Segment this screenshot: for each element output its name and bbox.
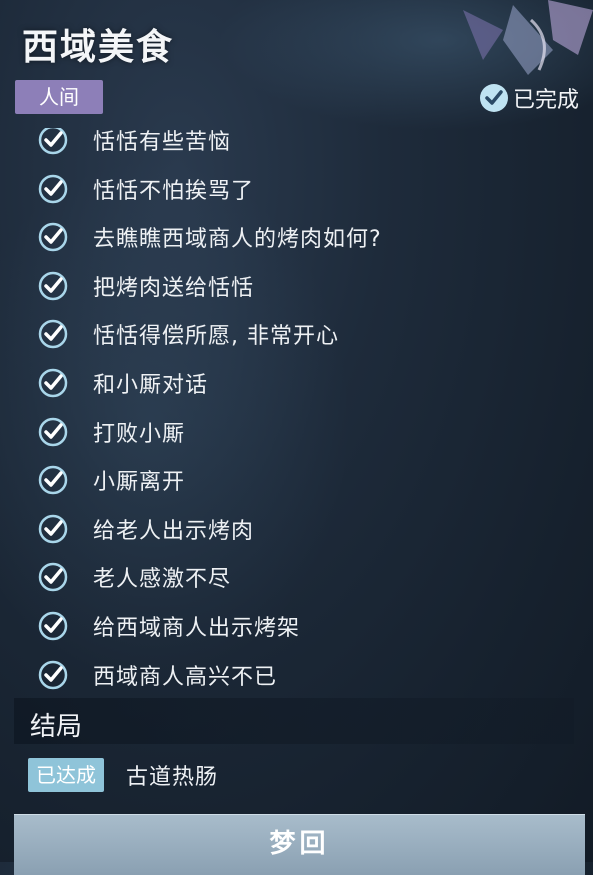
check-circle-icon bbox=[38, 465, 68, 495]
quest-step-item: 打败小厮 bbox=[38, 408, 185, 456]
quest-step-item: 和小厮对话 bbox=[38, 359, 208, 407]
quest-category-tag: 人间 bbox=[15, 80, 103, 114]
quest-step-item: 给老人出示烤肉 bbox=[38, 505, 254, 553]
check-circle-icon bbox=[38, 320, 68, 349]
emblem-icon bbox=[463, 0, 593, 75]
check-circle-icon bbox=[38, 563, 68, 592]
quest-step-text: 小厮离开 bbox=[93, 470, 186, 496]
quest-step-item: 老人感激不尽 bbox=[38, 553, 231, 601]
quest-step-text: 给西域商人出示烤架 bbox=[93, 616, 301, 641]
quest-step-text: 老人感激不尽 bbox=[93, 567, 232, 593]
quest-step-item: 西域商人高兴不已 bbox=[38, 651, 277, 698]
completed-label: 已完成 bbox=[512, 88, 579, 113]
quest-step-text: 恬恬不怕挨骂了 bbox=[93, 178, 255, 204]
quest-step-item: 恬恬不怕挨骂了 bbox=[38, 165, 254, 213]
check-circle-icon bbox=[38, 514, 68, 544]
check-circle-icon bbox=[38, 417, 68, 446]
quest-step-text: 给老人出示烤肉 bbox=[93, 518, 255, 544]
ending-section-title: 结局 bbox=[30, 712, 83, 742]
completed-status: 已完成 bbox=[479, 82, 579, 114]
check-circle-icon bbox=[38, 174, 68, 203]
check-circle-icon bbox=[38, 222, 68, 252]
quest-step-text: 把烤肉送给恬恬 bbox=[93, 275, 255, 301]
quest-step-item: 去瞧瞧西域商人的烤肉如何? bbox=[38, 213, 382, 261]
check-circle-icon bbox=[38, 271, 68, 301]
quest-step-item: 小厮离开 bbox=[38, 456, 185, 504]
quest-step-text: 西域商人高兴不已 bbox=[93, 664, 278, 690]
check-circle-icon bbox=[38, 128, 68, 155]
quest-step-text: 恬恬有些苦恼 bbox=[93, 130, 232, 155]
dream-return-button[interactable]: 梦回 bbox=[14, 814, 585, 875]
check-circle-icon bbox=[38, 660, 68, 689]
check-circle-icon bbox=[38, 611, 68, 641]
quest-step-item: 恬恬有些苦恼 bbox=[38, 128, 231, 164]
quest-step-item: 把烤肉送给恬恬 bbox=[38, 262, 254, 310]
ending-name: 古道热肠 bbox=[126, 765, 219, 790]
quest-step-item: 给西域商人出示烤架 bbox=[38, 602, 300, 650]
quest-step-text: 恬恬得偿所愿, 非常开心 bbox=[93, 324, 339, 350]
quest-step-text: 和小厮对话 bbox=[93, 373, 209, 398]
quest-step-text: 打败小厮 bbox=[93, 421, 186, 447]
quest-step-text: 去瞧瞧西域商人的烤肉如何? bbox=[93, 227, 382, 253]
check-circle-icon bbox=[479, 84, 508, 112]
quest-title: 西域美食 bbox=[22, 27, 175, 68]
quest-step-item: 恬恬得偿所愿, 非常开心 bbox=[38, 310, 339, 358]
ending-achieved-badge: 已达成 bbox=[28, 758, 104, 792]
check-circle-icon bbox=[38, 368, 68, 398]
ending-section-bar bbox=[14, 698, 574, 744]
quest-steps-list[interactable]: 恬恬有些苦恼 恬恬不怕挨骂了去瞧瞧西域商人的烤肉如何? 把烤肉送给恬恬恬恬得偿所愿,… bbox=[0, 128, 593, 698]
ending-row: 已达成 古道热肠 bbox=[28, 758, 218, 792]
